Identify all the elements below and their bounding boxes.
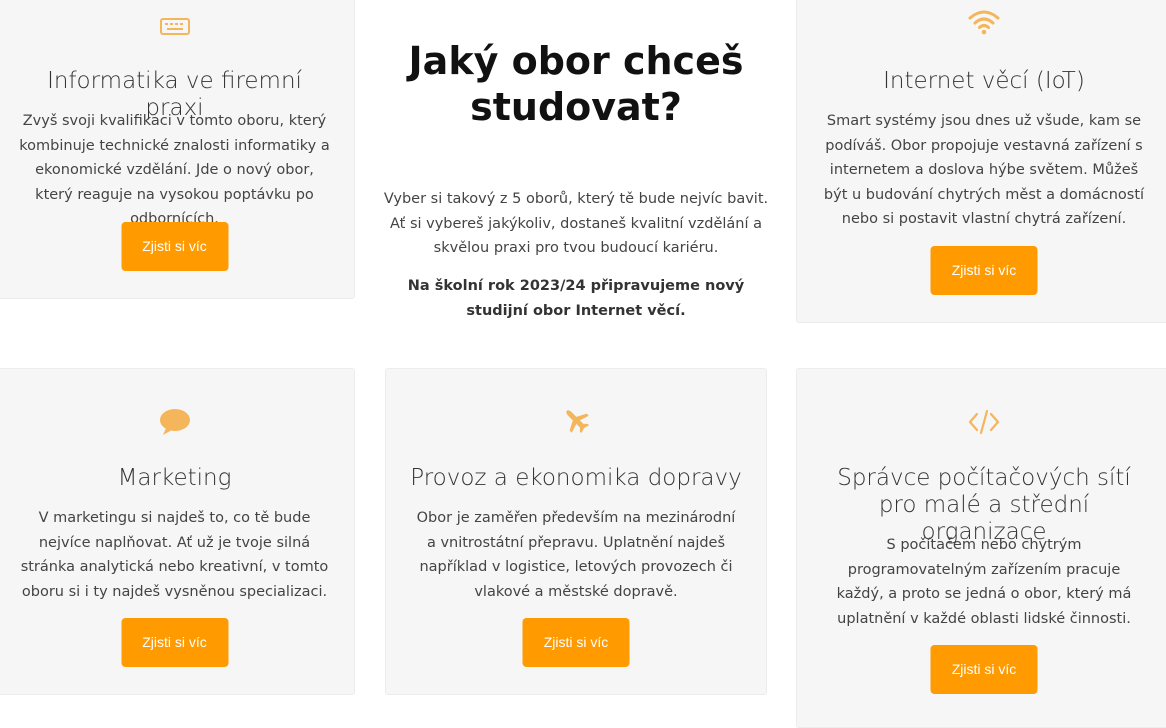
field-title: Marketing [117,465,232,491]
field-title: Provoz a ekonomika dopravy [410,465,742,491]
field-description: Smart systémy jsou dnes už všude, kam se… [823,113,1145,227]
field-card-iot: Internet věcí (IoT) Smart systémy jsou d… [796,0,1166,323]
field-description: S počítačem nebo chytrým programovatelný… [836,537,1132,627]
field-card-informatika: Informatika ve firemní praxi Zvyš svoji … [0,0,355,299]
learn-more-button[interactable]: Zjisti si víc [930,246,1038,295]
field-card-marketing: Marketing V marketingu si najdeš to, co … [0,368,355,695]
airplane-icon [559,405,593,435]
field-description: V marketingu si najdeš to, co tě bude ne… [20,510,329,600]
intro-note: Na školní rok 2023/24 připravujeme nový … [407,278,745,319]
learn-more-button[interactable]: Zjisti si víc [930,645,1038,694]
intro-text: Vyber si takový z 5 oborů, který tě bude… [383,191,769,256]
speech-bubble-icon [158,407,192,437]
field-card-spravce-siti: Správce počítačových sítí pro malé a stř… [796,368,1166,728]
learn-more-button[interactable]: Zjisti si víc [121,618,228,667]
field-card-doprava: Provoz a ekonomika dopravy Obor je zaměř… [385,368,767,695]
field-description: Zvyš svoji kvalifikaci v tomto oboru, kt… [19,113,330,227]
field-title: Internet věcí (IoT) [883,68,1085,94]
field-description: Obor je zaměřen především na mezinárodní… [416,510,736,600]
keyboard-icon [158,11,192,41]
code-icon [967,407,1001,437]
page-heading: Jaký obor chceš studovat? [408,39,744,129]
learn-more-button[interactable]: Zjisti si víc [121,222,228,271]
wifi-icon [967,7,1001,37]
learn-more-button[interactable]: Zjisti si víc [522,618,630,667]
